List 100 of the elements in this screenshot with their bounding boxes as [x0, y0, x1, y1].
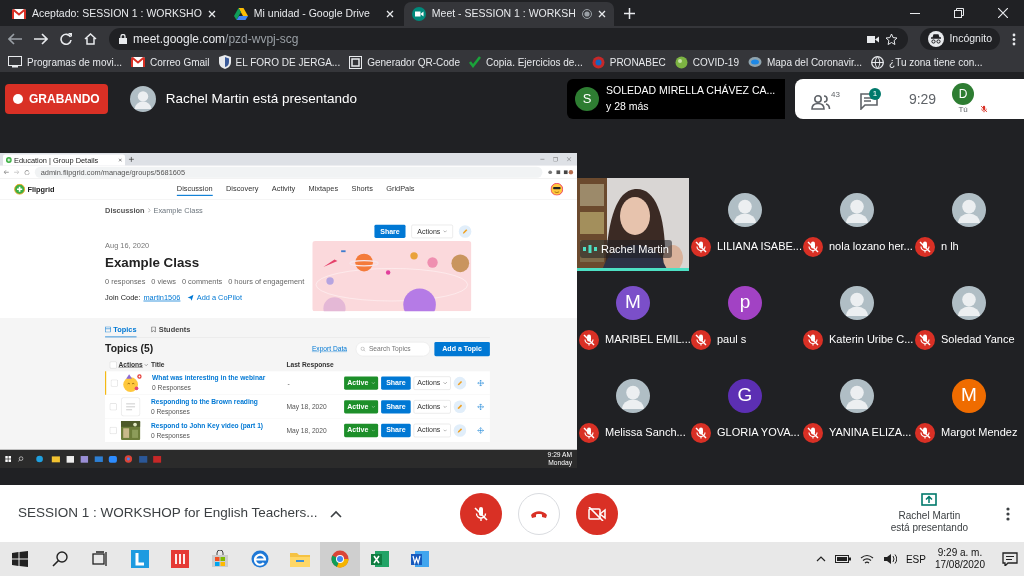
presenter-status: Rachel Martin está presentando: [165, 89, 358, 108]
avatar: [952, 285, 986, 320]
mail-icon: [12, 8, 26, 20]
globe-icon: [871, 55, 885, 69]
avatar-initial: D: [952, 83, 975, 106]
address-bar[interactable]: meet.google.com/pzd-wvpj-scg: [109, 28, 909, 50]
avatar: [840, 285, 874, 320]
clock[interactable]: 9:29 a. m.: [937, 546, 983, 559]
browser-tab[interactable]: Aceptado: SESSION 1 : WORKSHO: [4, 2, 224, 26]
date-text[interactable]: 17/08/2020: [934, 559, 985, 572]
start-icon[interactable]: [5, 456, 12, 462]
video-camera-icon: [411, 7, 426, 21]
volume-icon[interactable]: [882, 553, 897, 565]
incognito-chip[interactable]: Incógnito: [920, 28, 1000, 50]
bookmark[interactable]: PRONABEC: [591, 54, 666, 70]
bookmark[interactable]: Generador QR-Code: [349, 54, 460, 70]
participant-name: MARIBEL EMIL...: [605, 332, 691, 348]
chevron-up-icon[interactable]: [815, 556, 826, 562]
chat-icon: [859, 93, 878, 110]
incognito-icon: [928, 31, 945, 47]
emoji-avatar-icon[interactable]: [550, 182, 564, 196]
bookmark[interactable]: Correo Gmail: [131, 54, 210, 70]
chat-button[interactable]: 1: [859, 88, 881, 110]
camera-off-icon: [587, 506, 606, 521]
recording-button[interactable]: GRABANDO: [5, 84, 108, 114]
avatar-initial: M: [616, 285, 650, 320]
bookmark[interactable]: Programas de movi...: [8, 54, 123, 70]
microphone-button[interactable]: [459, 492, 502, 535]
browser-tab[interactable]: Meet - SESSION 1 : WORKSH: [403, 2, 614, 26]
start-icon: [12, 551, 28, 567]
participant-name: n lh: [941, 239, 959, 255]
checkbox[interactable]: [109, 402, 117, 411]
wifi-icon[interactable]: [859, 553, 874, 565]
restore-icon[interactable]: [954, 8, 964, 18]
browser-tab[interactable]: Mi unidad - Google Drive: [225, 2, 402, 26]
people-button[interactable]: 43: [811, 88, 840, 110]
avatar: [129, 86, 156, 112]
store-icon: [211, 550, 229, 568]
checkbox[interactable]: [109, 361, 117, 369]
checkbox[interactable]: [109, 426, 117, 434]
bookmark[interactable]: EL FORO DE JERGA...: [218, 54, 341, 70]
menu-icon[interactable]: [1012, 32, 1016, 46]
logo-icon: [14, 183, 26, 195]
battery-icon[interactable]: [834, 554, 851, 564]
oval-logo-icon: [747, 56, 762, 68]
chevron-up-icon[interactable]: [329, 509, 342, 518]
section-title: Topics (5): [105, 342, 154, 357]
home-icon[interactable]: [84, 33, 97, 45]
self-label: Tú: [958, 106, 968, 115]
avatar: [952, 192, 986, 227]
others-count: y 28 más: [606, 99, 650, 114]
participant-name: LILIANA ISABE...: [717, 239, 802, 255]
more-options-icon[interactable]: [1006, 506, 1010, 521]
star-icon[interactable]: [885, 32, 899, 46]
pilot-icon: [187, 294, 194, 301]
notifications-icon[interactable]: [1002, 552, 1018, 566]
avatar-initial: p: [728, 285, 762, 320]
participant-name: Melissa Sanch...: [605, 425, 686, 441]
bookmark[interactable]: Copia. Ejercicios de...: [469, 54, 583, 70]
app-tile-icon: [131, 550, 149, 568]
participant-name: GLORIA YOVA...: [717, 425, 800, 441]
present-screen-icon[interactable]: [921, 492, 938, 507]
check-icon: [469, 56, 481, 68]
presenter-name: Rachel Martin: [898, 509, 961, 522]
taskbar-apps-icon[interactable]: [35, 454, 162, 464]
pencil-icon: [456, 380, 463, 386]
phone-icon: [529, 508, 548, 519]
avatar-initial: G: [728, 378, 762, 413]
monitor-icon: [8, 56, 22, 68]
logo-icon: [5, 157, 12, 163]
bookmark[interactable]: COVID-19: [674, 54, 739, 70]
bookmark[interactable]: Mapa del Coronavir...: [747, 54, 863, 70]
participant-name: Soledad Yance: [941, 332, 1015, 348]
clock: 9:29: [908, 89, 937, 109]
back-icon[interactable]: [8, 33, 22, 45]
qr-code-icon: [349, 55, 363, 69]
bookmark[interactable]: ¿Tu zona tiene con...: [871, 54, 983, 70]
avatar: [840, 192, 874, 227]
camera-icon[interactable]: [867, 34, 880, 44]
avatar: [840, 378, 874, 413]
participant-name: Katerin Uribe C...: [829, 332, 914, 348]
checkbox[interactable]: [110, 379, 119, 387]
participant-name: Margot Mendez: [941, 425, 1018, 441]
avatar-initial: M: [952, 378, 986, 413]
mic-off-icon: [471, 504, 490, 523]
record-dot-icon: [13, 94, 23, 104]
camera-button[interactable]: [575, 492, 618, 535]
ball-icon: [674, 55, 688, 69]
mail-icon: [131, 56, 146, 68]
recording-icon: [581, 9, 592, 19]
participant-name: paul s: [717, 332, 747, 348]
people-icon: [811, 93, 831, 110]
folder-icon: [290, 551, 310, 567]
presenting-status: está presentando: [890, 522, 968, 535]
avatar: [728, 192, 762, 227]
participant-name: Rachel Martin: [601, 241, 669, 257]
class-title: Example Class: [105, 253, 201, 272]
language-indicator[interactable]: ESP: [905, 551, 926, 567]
document-app-icon: [411, 550, 429, 568]
pencil-icon: [456, 403, 463, 410]
